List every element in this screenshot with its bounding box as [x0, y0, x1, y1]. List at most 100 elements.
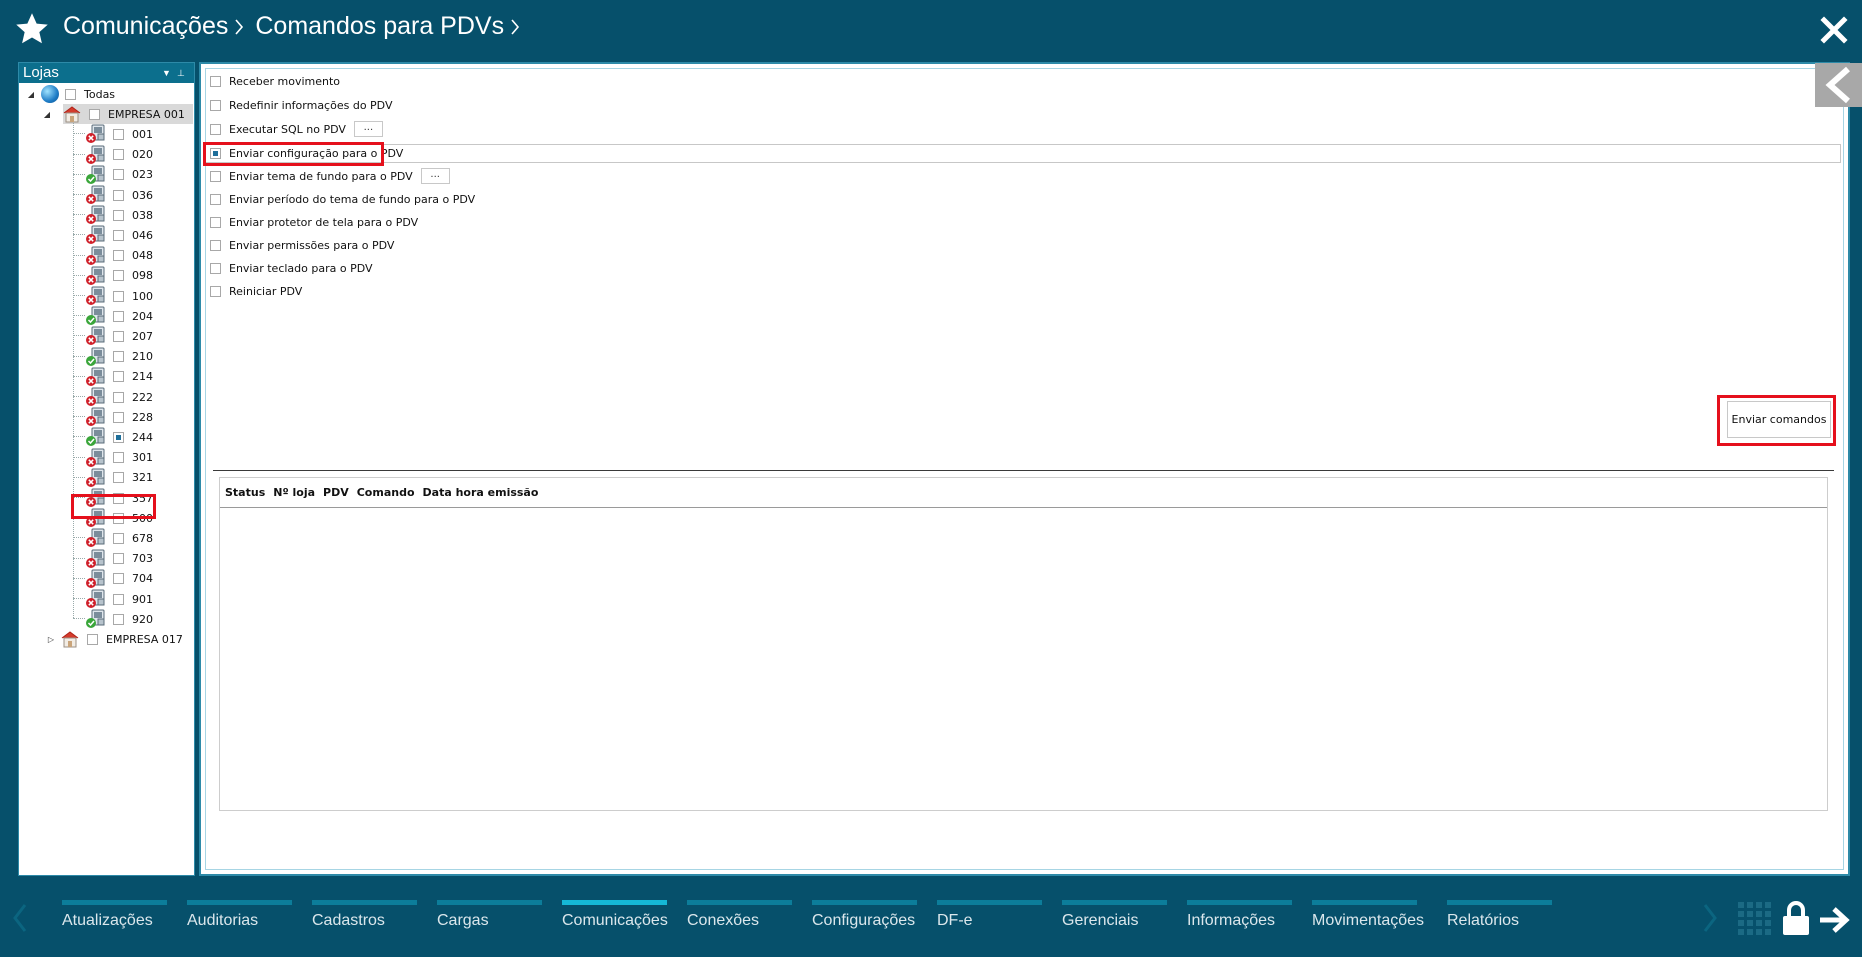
store-node[interactable]: 036: [85, 185, 153, 205]
store-node[interactable]: 321: [85, 468, 153, 488]
checkbox[interactable]: [113, 532, 124, 544]
store-node[interactable]: 228: [85, 407, 153, 427]
checkbox[interactable]: [87, 633, 98, 645]
store-node[interactable]: 678: [85, 528, 153, 548]
tree-root[interactable]: ◢ Todas: [27, 84, 115, 104]
nav-item[interactable]: Comunicações: [562, 900, 668, 940]
col-data-hora[interactable]: Data hora emissão: [423, 486, 539, 499]
checkbox[interactable]: [113, 553, 124, 565]
checkbox[interactable]: [113, 391, 124, 403]
checkbox[interactable]: [113, 573, 124, 585]
command-checkbox[interactable]: [210, 262, 221, 274]
nav-item[interactable]: DF-e: [937, 900, 1042, 940]
command-checkbox[interactable]: [210, 193, 221, 205]
checkbox[interactable]: [113, 290, 124, 302]
chevron-left-icon[interactable]: [12, 902, 28, 934]
command-option[interactable]: Receber movimento: [210, 72, 340, 90]
nav-item[interactable]: Gerenciais: [1062, 900, 1167, 940]
checkbox[interactable]: [113, 250, 124, 262]
nav-item[interactable]: Auditorias: [187, 900, 292, 940]
back-tab[interactable]: [1815, 63, 1862, 107]
checkbox[interactable]: [113, 593, 124, 605]
checkbox[interactable]: [113, 229, 124, 241]
checkbox[interactable]: [113, 351, 124, 363]
store-node[interactable]: 704: [85, 569, 153, 589]
company-node[interactable]: ◢ EMPRESA 001: [44, 104, 193, 125]
dropdown-arrow-icon[interactable]: ▼: [162, 63, 171, 83]
store-node[interactable]: 920: [85, 609, 153, 629]
command-option[interactable]: Enviar protetor de tela para o PDV: [210, 213, 418, 231]
store-node[interactable]: 301: [85, 448, 153, 468]
nav-item[interactable]: Cadastros: [312, 900, 417, 940]
pin-icon[interactable]: ⊥: [177, 63, 185, 83]
store-node[interactable]: 048: [85, 246, 153, 266]
command-checkbox[interactable]: [210, 239, 221, 251]
command-option[interactable]: Enviar período do tema de fundo para o P…: [210, 190, 475, 208]
store-node[interactable]: 244: [85, 427, 153, 447]
nav-item[interactable]: Movimentações: [1312, 900, 1424, 940]
store-node[interactable]: 038: [85, 205, 153, 225]
store-node[interactable]: 098: [85, 266, 153, 286]
col-pdv[interactable]: PDV: [323, 486, 349, 499]
command-option[interactable]: Reiniciar PDV: [210, 282, 302, 300]
store-node[interactable]: 001: [85, 124, 153, 144]
apps-grid-icon[interactable]: [1738, 902, 1772, 936]
col-status[interactable]: Status: [225, 486, 265, 499]
checkbox[interactable]: [113, 310, 124, 322]
company-node[interactable]: ▷ EMPRESA 017: [47, 629, 183, 649]
checkbox[interactable]: [89, 108, 100, 120]
store-node[interactable]: 222: [85, 387, 153, 407]
store-node[interactable]: 214: [85, 367, 153, 387]
command-option[interactable]: Enviar teclado para o PDV: [210, 259, 373, 277]
send-commands-button[interactable]: Enviar comandos: [1727, 401, 1831, 438]
command-option[interactable]: Enviar tema de fundo para o PDV...: [210, 167, 450, 185]
nav-item[interactable]: Cargas: [437, 900, 542, 940]
nav-item[interactable]: Conexões: [687, 900, 792, 940]
command-checkbox[interactable]: [210, 285, 221, 297]
options-dots-button[interactable]: ...: [353, 121, 383, 137]
checkbox[interactable]: [113, 209, 124, 221]
checkbox[interactable]: [113, 270, 124, 282]
close-icon[interactable]: [1818, 14, 1850, 46]
command-checkbox[interactable]: [210, 216, 221, 228]
nav-item[interactable]: Configurações: [812, 900, 917, 940]
checkbox[interactable]: [113, 613, 124, 625]
checkbox[interactable]: [113, 411, 124, 423]
breadcrumb-item-comandos[interactable]: Comandos para PDVs: [255, 12, 504, 41]
command-checkbox[interactable]: [210, 170, 221, 182]
checkbox[interactable]: [113, 472, 124, 484]
store-node[interactable]: 207: [85, 326, 153, 346]
chevron-right-icon[interactable]: [1702, 902, 1718, 934]
store-node[interactable]: 046: [85, 225, 153, 245]
col-comando[interactable]: Comando: [357, 486, 415, 499]
nav-item[interactable]: Relatórios: [1447, 900, 1552, 940]
breadcrumb-item-comunicacoes[interactable]: Comunicações: [63, 12, 228, 41]
command-checkbox[interactable]: [210, 99, 221, 111]
store-node[interactable]: 703: [85, 549, 153, 569]
store-node[interactable]: 901: [85, 589, 153, 609]
store-node[interactable]: 210: [85, 347, 153, 367]
lock-icon[interactable]: [1782, 900, 1810, 936]
nav-item[interactable]: Atualizações: [62, 900, 167, 940]
checkbox[interactable]: [113, 452, 124, 464]
store-node[interactable]: 100: [85, 286, 153, 306]
checkbox[interactable]: [113, 128, 124, 140]
command-checkbox[interactable]: [210, 75, 221, 87]
expand-triangle-icon[interactable]: ▷: [47, 635, 55, 644]
col-loja[interactable]: Nº loja: [273, 486, 315, 499]
store-node[interactable]: 204: [85, 306, 153, 326]
command-option[interactable]: Executar SQL no PDV...: [210, 120, 383, 138]
command-option[interactable]: Enviar permissões para o PDV: [210, 236, 394, 254]
checkbox[interactable]: [113, 431, 124, 443]
store-node[interactable]: 020: [85, 145, 153, 165]
checkbox[interactable]: [65, 88, 76, 100]
store-node[interactable]: 023: [85, 165, 153, 185]
nav-item[interactable]: Informações: [1187, 900, 1292, 940]
checkbox[interactable]: [113, 169, 124, 181]
checkbox[interactable]: [113, 330, 124, 342]
collapse-triangle-icon[interactable]: ◢: [43, 110, 51, 119]
command-option[interactable]: Redefinir informações do PDV: [210, 96, 392, 114]
collapse-triangle-icon[interactable]: ◢: [27, 90, 35, 99]
checkbox[interactable]: [113, 149, 124, 161]
command-checkbox[interactable]: [210, 123, 221, 135]
